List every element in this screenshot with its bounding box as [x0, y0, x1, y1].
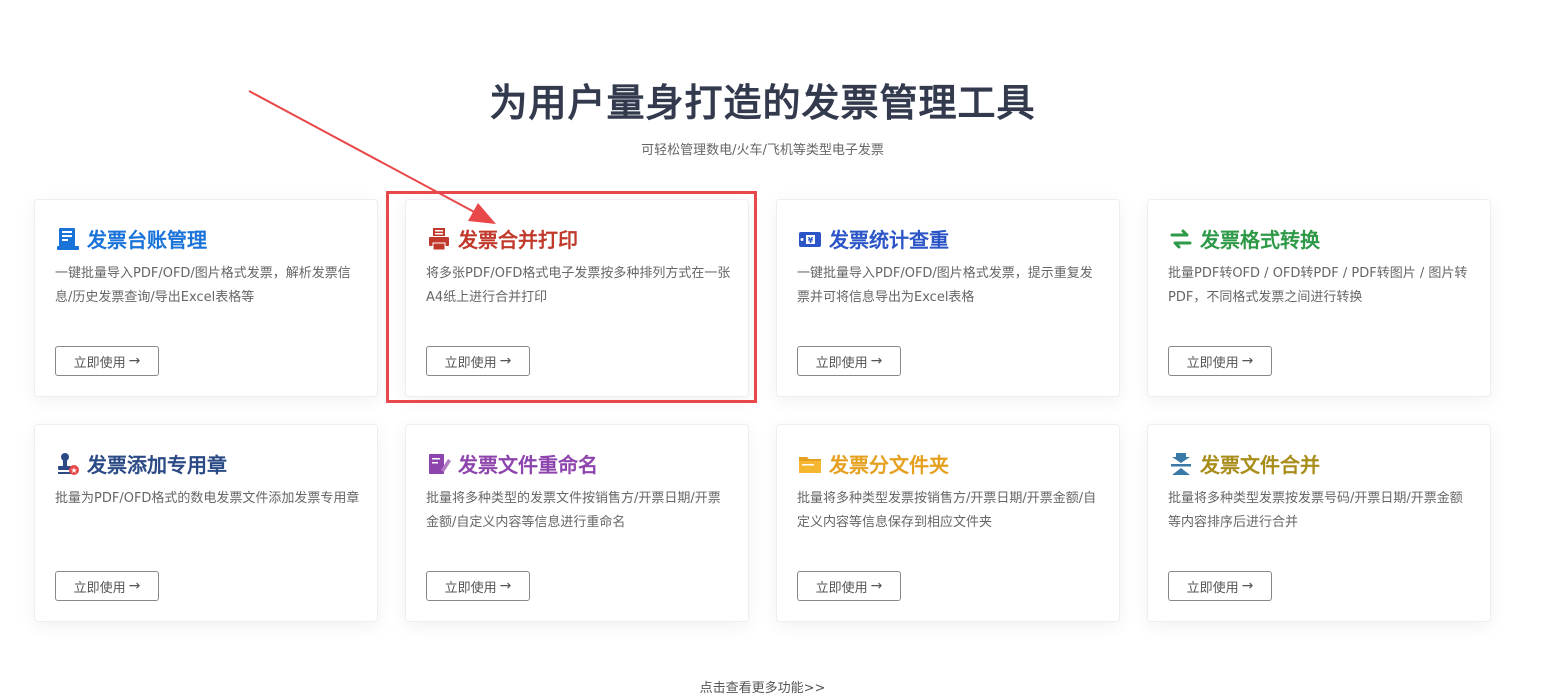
stamp-icon: ★: [55, 451, 81, 477]
use-now-label: 立即使用: [73, 355, 126, 371]
card-invoice-ledger: 发票台账管理 一键批量导入PDF/OFD/图片格式发票，解析发票信息/历史发票查…: [34, 199, 378, 397]
card-title-text: 发票文件重命名: [458, 453, 598, 477]
more-features-link[interactable]: 点击查看更多功能>>: [0, 677, 1525, 696]
use-now-label: 立即使用: [73, 580, 126, 596]
use-now-button[interactable]: 立即使用 →: [55, 571, 159, 601]
card-invoice-folder: 发票分文件夹 批量将多种类型发票按销售方/开票日期/开票金额/自定义内容等信息保…: [776, 424, 1120, 622]
folder-icon: [797, 451, 823, 477]
arrow-right-icon: →: [870, 353, 883, 369]
use-now-button[interactable]: 立即使用 →: [1168, 571, 1272, 601]
use-now-label: 立即使用: [815, 580, 868, 596]
use-now-label: 立即使用: [444, 355, 497, 371]
arrow-right-icon: →: [499, 578, 512, 594]
card-title: 发票格式转换: [1168, 224, 1320, 253]
card-description: 批量为PDF/OFD格式的数电发票文件添加发票专用章: [55, 491, 360, 506]
card-invoice-file-merge: 发票文件合并 批量将多种类型发票按发票号码/开票日期/开票金额等内容排序后进行合…: [1147, 424, 1491, 622]
arrow-right-icon: →: [1241, 578, 1254, 594]
card-title: ★ 发票添加专用章: [55, 449, 227, 478]
card-description: 将多张PDF/OFD格式电子发票按多种排列方式在一张A4纸上进行合并打印: [426, 266, 731, 305]
use-now-label: 立即使用: [1186, 580, 1239, 596]
card-title: 发票台账管理: [55, 224, 207, 253]
card-description: 批量将多种类型发票按发票号码/开票日期/开票金额等内容排序后进行合并: [1168, 491, 1463, 530]
card-title-text: 发票合并打印: [458, 228, 578, 252]
use-now-label: 立即使用: [815, 355, 868, 371]
card-title: 发票文件重命名: [426, 449, 598, 478]
use-now-button[interactable]: 立即使用 →: [797, 346, 901, 376]
card-description: 一键批量导入PDF/OFD/图片格式发票，提示重复发票并可将信息导出为Excel…: [797, 266, 1093, 305]
card-invoice-merge-print: 发票合并打印 将多张PDF/OFD格式电子发票按多种排列方式在一张A4纸上进行合…: [405, 199, 749, 397]
arrow-right-icon: →: [499, 353, 512, 369]
card-title-text: 发票台账管理: [87, 228, 207, 252]
printer-icon: [426, 226, 452, 252]
use-now-button[interactable]: 立即使用 →: [1168, 346, 1272, 376]
card-title: 发票分文件夹: [797, 449, 949, 478]
ledger-icon: [55, 226, 81, 252]
page-subtitle: 可轻松管理数电/火车/飞机等类型电子发票: [641, 143, 884, 158]
use-now-button[interactable]: 立即使用 →: [797, 571, 901, 601]
card-description: 批量将多种类型的发票文件按销售方/开票日期/开票金额/自定义内容等信息进行重命名: [426, 491, 721, 530]
card-description: 批量将多种类型发票按销售方/开票日期/开票金额/自定义内容等信息保存到相应文件夹: [797, 491, 1097, 530]
use-now-label: 立即使用: [1186, 355, 1239, 371]
card-invoice-stats: ¥ 发票统计查重 一键批量导入PDF/OFD/图片格式发票，提示重复发票并可将信…: [776, 199, 1120, 397]
card-description: 批量PDF转OFD / OFD转PDF / PDF转图片 / 图片转PDF，不同…: [1168, 266, 1468, 305]
svg-text:★: ★: [70, 466, 77, 475]
svg-text:¥: ¥: [808, 236, 814, 245]
arrow-right-icon: →: [870, 578, 883, 594]
use-now-button[interactable]: 立即使用 →: [55, 346, 159, 376]
invoice-stats-icon: ¥: [797, 226, 823, 252]
convert-arrows-icon: [1168, 226, 1194, 252]
card-title-text: 发票统计查重: [829, 228, 949, 252]
rename-pen-icon: [426, 451, 452, 477]
card-invoice-convert: 发票格式转换 批量PDF转OFD / OFD转PDF / PDF转图片 / 图片…: [1147, 199, 1491, 397]
card-title: ¥ 发票统计查重: [797, 224, 949, 253]
use-now-label: 立即使用: [444, 580, 497, 596]
merge-icon: [1168, 451, 1194, 477]
card-description: 一键批量导入PDF/OFD/图片格式发票，解析发票信息/历史发票查询/导出Exc…: [55, 266, 351, 305]
card-invoice-stamp: ★ 发票添加专用章 批量为PDF/OFD格式的数电发票文件添加发票专用章 立即使…: [34, 424, 378, 622]
card-title-text: 发票添加专用章: [87, 453, 227, 477]
card-title-text: 发票格式转换: [1200, 228, 1320, 252]
use-now-button[interactable]: 立即使用 →: [426, 346, 530, 376]
card-title: 发票文件合并: [1168, 449, 1320, 478]
page-title: 为用户量身打造的发票管理工具: [489, 81, 1036, 125]
arrow-right-icon: →: [1241, 353, 1254, 369]
card-title-text: 发票文件合并: [1200, 453, 1320, 477]
card-title-text: 发票分文件夹: [829, 453, 949, 477]
arrow-right-icon: →: [128, 353, 141, 369]
arrow-right-icon: →: [128, 578, 141, 594]
use-now-button[interactable]: 立即使用 →: [426, 571, 530, 601]
card-invoice-rename: 发票文件重命名 批量将多种类型的发票文件按销售方/开票日期/开票金额/自定义内容…: [405, 424, 749, 622]
card-title: 发票合并打印: [426, 224, 578, 253]
